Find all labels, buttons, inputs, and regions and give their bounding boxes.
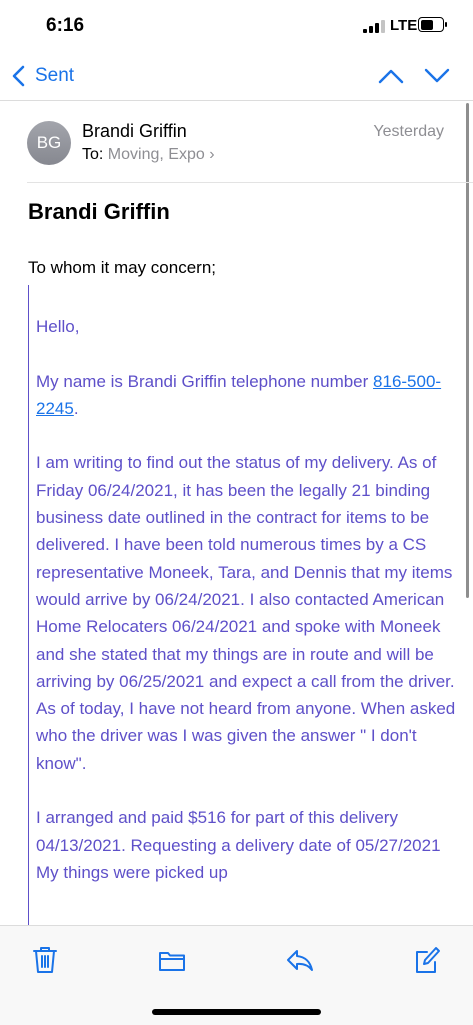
recipients-line[interactable]: To: Moving, Expo › [82,146,215,164]
reply-icon[interactable] [285,945,315,975]
nav-bar: Sent [0,52,473,100]
home-indicator[interactable] [152,1009,321,1015]
signal-icon [363,19,385,33]
email-greeting: To whom it may concern; [28,258,217,277]
quote-hello: Hello, [36,317,80,336]
quote-paragraph-1: I am writing to find out the status of m… [36,453,456,773]
status-bar: 6:16 LTE [0,0,473,52]
to-label: To: [82,146,104,163]
quote-paragraph-2: I arranged and paid $516 for part of thi… [36,808,441,882]
back-label: Sent [35,65,75,86]
recipients[interactable]: Moving, Expo [108,146,205,163]
chevron-left-icon [12,65,25,87]
intro-end: . [73,398,79,418]
avatar[interactable]: BG [27,121,71,165]
quoted-message: Hello, My name is Brandi Griffin telepho… [28,285,469,925]
trash-icon[interactable] [31,945,59,975]
intro-text: My name is Brandi Griffin telephone numb… [36,371,374,391]
chevron-right-icon: › [209,146,215,163]
network-label: LTE [390,17,418,34]
battery-icon [418,17,447,32]
message-header: BG Brandi Griffin To: Moving, Expo › Yes… [0,110,473,182]
status-time: 6:16 [46,15,85,36]
chevron-up-icon[interactable] [378,66,404,86]
compose-icon[interactable] [413,945,441,975]
quote-intro: My name is Brandi Griffin telephone numb… [36,368,461,423]
nav-divider [0,100,473,101]
message-date: Yesterday [373,123,444,140]
email-subject: Brandi Griffin [28,199,170,224]
sender-name[interactable]: Brandi Griffin [82,121,187,142]
folder-icon[interactable] [157,945,187,975]
header-divider [27,182,473,183]
back-button[interactable]: Sent [12,62,74,90]
chevron-down-icon[interactable] [424,66,450,86]
